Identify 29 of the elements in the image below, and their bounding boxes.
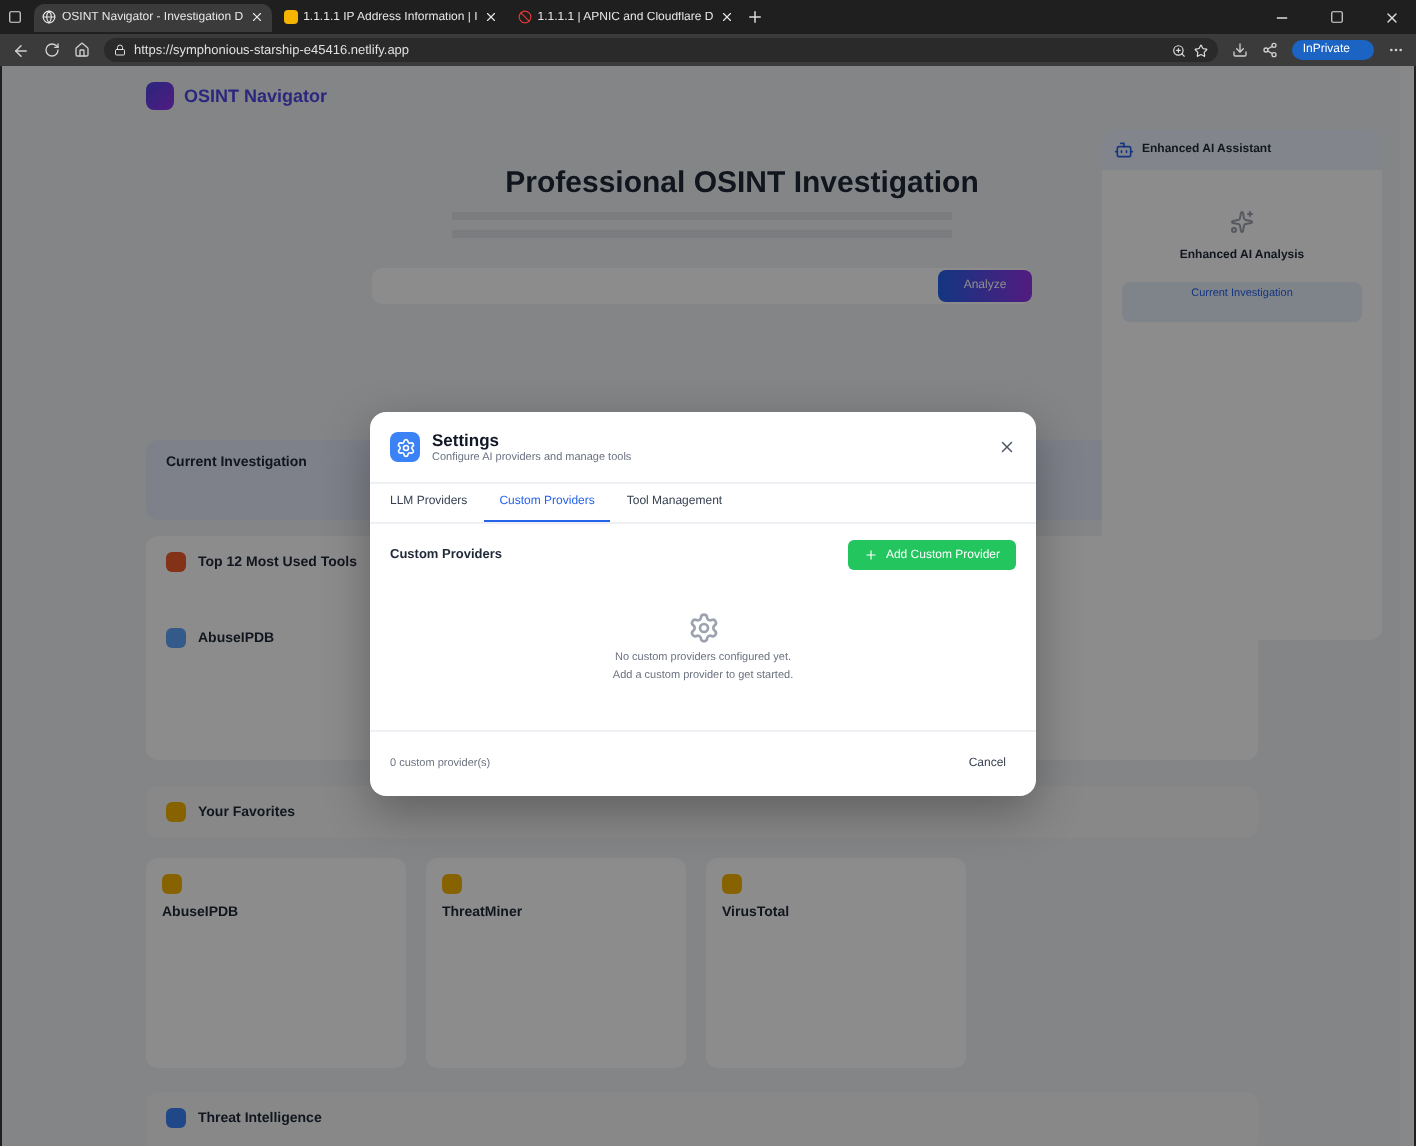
favorite-icon[interactable] [1194, 43, 1209, 57]
maximize-icon[interactable] [1330, 10, 1344, 24]
close-icon[interactable] [483, 10, 498, 24]
settings-icon [390, 432, 420, 462]
settings-icon [687, 612, 719, 644]
close-icon[interactable] [719, 10, 734, 24]
sparkle-icon [1230, 210, 1254, 234]
lock-icon [114, 44, 126, 56]
bot-icon [1114, 140, 1134, 160]
reload-icon[interactable] [44, 42, 60, 58]
close-icon[interactable] [1384, 9, 1400, 25]
close-icon[interactable] [249, 10, 264, 24]
globe-icon [42, 10, 56, 24]
site-icon [517, 10, 532, 24]
plus-icon [863, 548, 878, 562]
zoom-icon[interactable] [1172, 43, 1187, 57]
download-icon[interactable] [1232, 42, 1249, 58]
scrollbar[interactable] [1400, 66, 1414, 1146]
close-button[interactable] [996, 437, 1016, 457]
home-icon[interactable] [74, 42, 90, 58]
app-logo [146, 82, 174, 110]
tab-actions-icon[interactable] [8, 10, 22, 24]
dialog-title: Settings [432, 430, 502, 450]
app-title: OSINT Navigator [184, 86, 328, 106]
back-icon[interactable] [12, 41, 30, 59]
hero-title: Professional OSINT Investigation [503, 166, 981, 200]
site-icon [283, 10, 298, 24]
new-tab-icon[interactable] [745, 8, 764, 26]
share-icon[interactable] [1262, 42, 1279, 58]
